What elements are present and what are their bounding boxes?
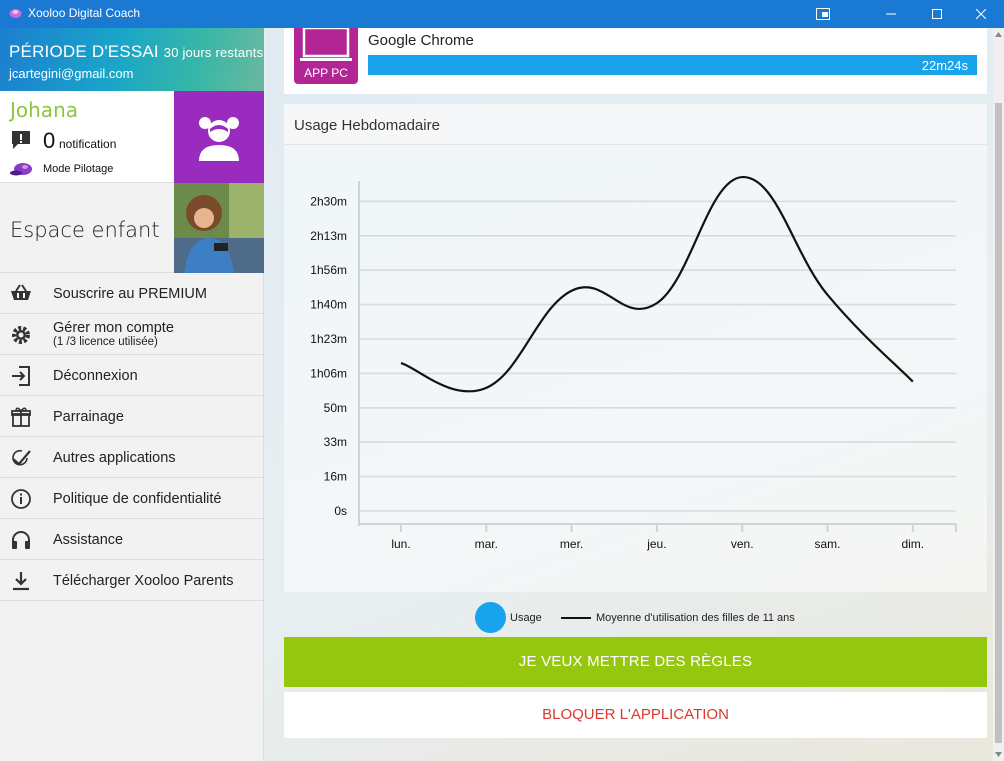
laptop-icon <box>300 28 352 61</box>
child-space[interactable]: Espace enfant <box>0 183 264 273</box>
y-tick-label: 33m <box>324 435 347 449</box>
x-tick-label: jeu. <box>646 537 666 551</box>
y-tick-label: 1h40m <box>310 298 347 312</box>
minimize-icon <box>886 13 896 15</box>
menu-label-privacy: Politique de confidentialité <box>53 491 222 507</box>
x-tick-label: lun. <box>391 537 410 551</box>
sidebar: PÉRIODE D'ESSAI 30 jours restants jcarte… <box>0 28 264 761</box>
minimize-button[interactable] <box>868 0 914 28</box>
info-icon <box>11 489 31 509</box>
chart-header: Usage Hebdomadaire <box>284 104 987 145</box>
block-app-button[interactable]: BLOQUER L'APPLICATION <box>284 692 987 738</box>
notification-icon <box>12 131 30 149</box>
y-tick-label: 2h30m <box>310 194 347 208</box>
menu-item-download[interactable]: Télécharger Xooloo Parents <box>0 560 264 601</box>
y-tick-label: 16m <box>324 470 347 484</box>
window-title: Xooloo Digital Coach <box>28 6 141 20</box>
notification-count: 0 <box>43 128 56 153</box>
app-name: Google Chrome <box>368 32 474 49</box>
close-button[interactable] <box>958 0 1004 28</box>
scroll-up-icon[interactable] <box>995 32 1002 37</box>
menu-item-referral[interactable]: Parrainage <box>0 396 264 437</box>
menu-sub-account: (1 /3 licence utilisée) <box>53 336 158 348</box>
menu-label-referral: Parrainage <box>53 409 124 425</box>
menu-item-support[interactable]: Assistance <box>0 519 264 560</box>
download-icon <box>13 572 29 591</box>
child-avatar[interactable] <box>174 91 264 183</box>
legend-average-swatch <box>561 617 591 619</box>
average-series-line <box>400 175 914 393</box>
x-tick-label: sam. <box>814 537 840 551</box>
title-bar: Xooloo Digital Coach <box>0 0 1004 28</box>
y-tick-label: 0s <box>334 504 347 518</box>
legend-usage-swatch[interactable] <box>475 602 506 633</box>
menu-label-premium: Souscrire au PREMIUM <box>53 286 207 302</box>
app-usage-card: APP PC Google Chrome 22m24s <box>284 28 987 94</box>
x-tick-label: mer. <box>560 537 583 551</box>
menu-label-account: Gérer mon compte <box>53 320 174 336</box>
xooloo-logo-icon <box>9 9 22 18</box>
pilot-mode-label: Mode Pilotage <box>43 163 114 175</box>
main-panel: APP PC Google Chrome 22m24s Usage Hebdom… <box>265 28 1004 761</box>
close-icon <box>976 9 986 19</box>
trial-label: PÉRIODE D'ESSAI 30 jours restants <box>9 42 263 62</box>
weekly-usage-chart: 0s 16m 33m 50m 1h06m 1h23m 1h40m 1h56m 2h13m 2h30… <box>310 175 957 551</box>
scroll-down-icon[interactable] <box>995 752 1002 757</box>
x-tick-label: dim. <box>901 537 924 551</box>
notification-label: notification <box>59 137 117 151</box>
sidebar-menu: Souscrire au PREMIUM Gérer mon compte (1… <box>0 273 264 601</box>
set-rules-button[interactable]: JE VEUX METTRE DES RÈGLES <box>284 637 987 687</box>
x-tick-label: mar. <box>475 537 498 551</box>
y-tick-label: 2h13m <box>310 229 347 243</box>
basket-icon <box>11 284 31 300</box>
snap-icon <box>816 8 830 20</box>
main-scrollbar[interactable] <box>993 28 1004 761</box>
maximize-icon <box>932 9 942 19</box>
menu-item-account[interactable]: Gérer mon compte (1 /3 licence utilisée) <box>0 314 264 355</box>
legend-usage-label: Usage <box>510 612 542 624</box>
girl-avatar-icon <box>199 117 239 161</box>
child-profile[interactable]: Johana 0 notification Mode Pilotage <box>0 91 264 183</box>
app-tile-label: APP PC <box>304 66 348 80</box>
headset-icon <box>12 531 30 549</box>
menu-item-premium[interactable]: Souscrire au PREMIUM <box>0 273 264 314</box>
y-tick-label: 1h23m <box>310 332 347 346</box>
menu-label-logout: Déconnexion <box>53 368 138 384</box>
trial-banner[interactable]: PÉRIODE D'ESSAI 30 jours restants jcarte… <box>0 28 264 91</box>
check-badge-icon <box>12 449 31 466</box>
pilot-cap-icon <box>10 163 32 176</box>
gear-icon <box>12 326 30 344</box>
x-tick-label: ven. <box>731 537 754 551</box>
menu-item-other-apps[interactable]: Autres applications <box>0 437 264 478</box>
app-usage-bar: 22m24s <box>368 55 977 75</box>
y-tick-label: 50m <box>324 401 347 415</box>
child-photo <box>174 183 264 273</box>
trial-title: PÉRIODE D'ESSAI <box>9 42 159 61</box>
legend-average-label: Moyenne d'utilisation des filles de 11 a… <box>596 612 795 624</box>
app-tile: APP PC <box>294 28 358 84</box>
child-space-label: Espace enfant <box>10 218 160 242</box>
maximize-button[interactable] <box>914 0 960 28</box>
weekly-usage-card: Usage Hebdomadaire 0s 16m 33m 50m 1h06m 1h23m… <box>284 104 987 592</box>
menu-label-download: Télécharger Xooloo Parents <box>53 573 234 589</box>
child-photo-image <box>174 183 264 273</box>
y-tick-label: 1h06m <box>310 366 347 380</box>
app-usage-value: 22m24s <box>921 58 968 73</box>
gift-icon <box>11 407 31 427</box>
menu-label-support: Assistance <box>53 532 124 548</box>
snap-button[interactable] <box>800 0 846 28</box>
menu-item-logout[interactable]: Déconnexion <box>0 355 264 396</box>
child-name: Johana <box>10 98 78 122</box>
scroll-thumb[interactable] <box>995 103 1002 743</box>
logout-icon <box>12 366 30 386</box>
menu-item-privacy[interactable]: Politique de confidentialité <box>0 478 264 519</box>
y-tick-label: 1h56m <box>310 263 347 277</box>
trial-days: 30 jours restants <box>163 45 264 60</box>
chart-title: Usage Hebdomadaire <box>294 117 440 134</box>
menu-label-other-apps: Autres applications <box>53 450 176 466</box>
account-email: jcartegini@gmail.com <box>9 66 134 81</box>
